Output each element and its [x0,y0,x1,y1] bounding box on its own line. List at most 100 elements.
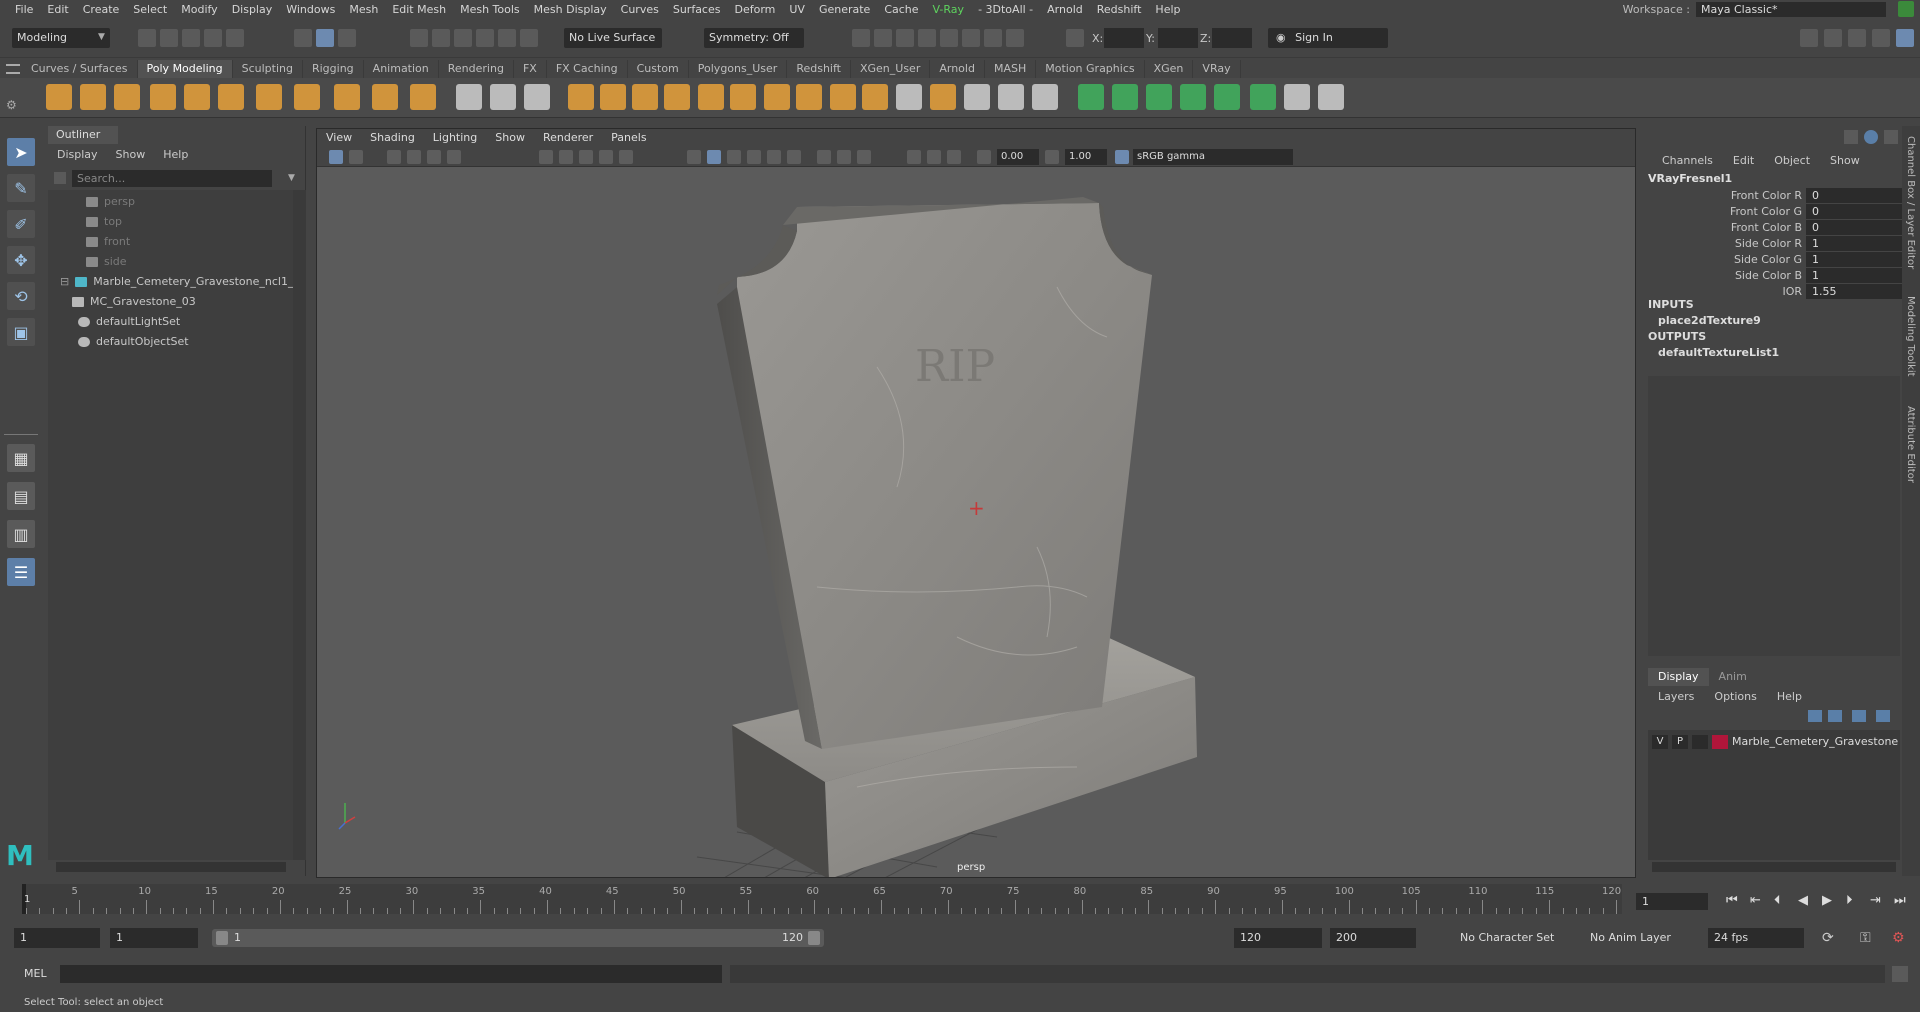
shelf-tab-poly-modeling[interactable]: Poly Modeling [137,60,233,78]
layer-color-swatch[interactable] [1712,735,1728,749]
attribute-value[interactable]: 0 [1806,220,1904,235]
unfold-icon[interactable] [1250,84,1276,110]
menu-windows[interactable]: Windows [279,3,342,16]
outliner-scrollbar[interactable] [293,190,306,860]
shelf-tab-fx[interactable]: FX [514,60,547,78]
two-d-pan-icon[interactable] [427,150,441,164]
color-management-icon[interactable] [1115,150,1129,164]
shelf-tab-vray[interactable]: VRay [1193,60,1241,78]
ipr-render-icon[interactable] [896,29,914,47]
redo-icon[interactable] [226,29,244,47]
sew-uv-icon[interactable] [1318,84,1344,110]
rotate-tool-icon[interactable]: ⟲ [7,282,35,310]
bevel-edge-icon[interactable] [930,84,956,110]
anti-aliasing-icon[interactable] [927,150,941,164]
layer-tab-display[interactable]: Display [1648,668,1709,686]
poly-star-icon[interactable] [334,84,360,110]
depth-of-field-icon[interactable] [947,150,961,164]
select-camera-icon[interactable] [329,150,343,164]
z-field[interactable] [1212,28,1252,48]
image-plane-icon[interactable] [407,150,421,164]
layer-display-type[interactable] [1692,735,1708,749]
scene-canvas[interactable]: RIP [317,167,1635,877]
combine-icon[interactable] [490,84,516,110]
select-object-icon[interactable] [316,29,334,47]
viewport-panel[interactable]: View Shading Lighting Show Renderer Panels 0.… [316,128,1636,878]
step-back-frame-icon[interactable]: ⏴ [1774,893,1781,908]
menu-select[interactable]: Select [126,3,174,16]
x-field[interactable] [1104,28,1144,48]
attribute-value[interactable]: 1 [1806,268,1904,283]
step-forward-frame-icon[interactable]: ⏵ [1846,893,1853,908]
attribute-row[interactable]: IOR 1.55 [1648,284,1904,299]
transform-constraint-icon[interactable] [1066,29,1084,47]
outliner-menu-display[interactable]: Display [48,146,107,164]
ambient-occlusion-icon[interactable] [857,150,871,164]
poly-cube-icon[interactable] [80,84,106,110]
workspace-dropdown[interactable]: Maya Classic* [1696,2,1886,17]
range-slider[interactable]: 1 120 [212,929,824,947]
menu-surfaces[interactable]: Surfaces [666,3,728,16]
step-back-key-icon[interactable]: ⇤ [1750,893,1761,908]
animation-end-field[interactable]: 200 [1330,928,1416,948]
shelf-tab-rigging[interactable]: Rigging [303,60,364,78]
filter-icon[interactable] [54,172,66,184]
node-name[interactable]: VRayFresnel1 [1648,172,1732,185]
smooth-icon[interactable] [568,84,594,110]
side-tab-channel-box[interactable]: Channel Box / Layer Editor [1905,136,1916,269]
outliner-menu-help[interactable]: Help [154,146,197,164]
current-frame-field[interactable]: 1 [1636,893,1708,910]
menu-arnold[interactable]: Arnold [1040,3,1090,16]
go-to-end-icon[interactable]: ⏭ [1894,893,1906,908]
layer-menu-options[interactable]: Options [1704,688,1766,706]
channel-box-icon[interactable] [1896,29,1914,47]
layer-name[interactable]: Marble_Cemetery_Gravestone [1732,735,1898,748]
outliner-item[interactable]: side [86,252,127,272]
shelf-tab-polygons-user[interactable]: Polygons_User [689,60,788,78]
layer-hscrollbar[interactable] [1652,862,1896,872]
poly-disc-icon[interactable] [256,84,282,110]
mirror-icon[interactable] [896,84,922,110]
motion-blur-icon[interactable] [907,150,921,164]
channel-menu-channels[interactable]: Channels [1652,152,1723,170]
auto-key-icon[interactable]: ⚿ [1860,930,1871,946]
menu-mesh-display[interactable]: Mesh Display [527,3,614,16]
outliner-item[interactable]: defaultLightSet [78,312,180,332]
shelf-tab-curves-surfaces[interactable]: Curves / Surfaces [22,60,138,78]
menu-curves[interactable]: Curves [614,3,666,16]
gate-mask-icon[interactable] [599,150,613,164]
viewport-menu-show[interactable]: Show [486,129,534,147]
outliner-item[interactable]: front [86,232,130,252]
snap-surface-icon[interactable] [498,29,516,47]
shelf-settings-icon[interactable]: ⚙ [6,98,17,112]
shelf-tab-animation[interactable]: Animation [364,60,439,78]
insert-edge-loop-icon[interactable] [796,84,822,110]
character-set-dropdown[interactable]: No Character Set [1460,928,1554,948]
outliner-item[interactable]: defaultObjectSet [78,332,189,352]
mel-label[interactable]: MEL [24,967,47,980]
fill-hole-icon[interactable] [730,84,756,110]
cut-uv-icon[interactable] [1284,84,1310,110]
snap-view-icon[interactable] [476,29,494,47]
shelf-tab-sculpting[interactable]: Sculpting [233,60,303,78]
menu-edit-mesh[interactable]: Edit Mesh [385,3,453,16]
move-tool-icon[interactable]: ✥ [7,246,35,274]
menu-edit[interactable]: Edit [40,3,75,16]
human-ik-icon[interactable] [1824,29,1842,47]
sign-in-button[interactable]: ◉ Sign In [1268,28,1388,48]
y-field[interactable] [1158,28,1198,48]
shadows-icon[interactable] [787,150,801,164]
boolean-icon[interactable] [600,84,626,110]
gamma-icon[interactable] [1045,150,1059,164]
text-icon[interactable] [372,84,398,110]
poly-cylinder-icon[interactable] [114,84,140,110]
anim-layer-dropdown[interactable]: No Anim Layer [1590,928,1671,948]
attribute-value[interactable]: 1.55 [1806,284,1904,299]
bookmarks-icon[interactable] [387,150,401,164]
wireframe-icon[interactable] [687,150,701,164]
playback-start-field[interactable]: 1 [110,928,198,948]
channel-menu-object[interactable]: Object [1764,152,1820,170]
attribute-value[interactable]: 0 [1806,188,1904,203]
go-to-start-icon[interactable]: ⏮ [1726,893,1738,908]
poly-plane-icon[interactable] [218,84,244,110]
